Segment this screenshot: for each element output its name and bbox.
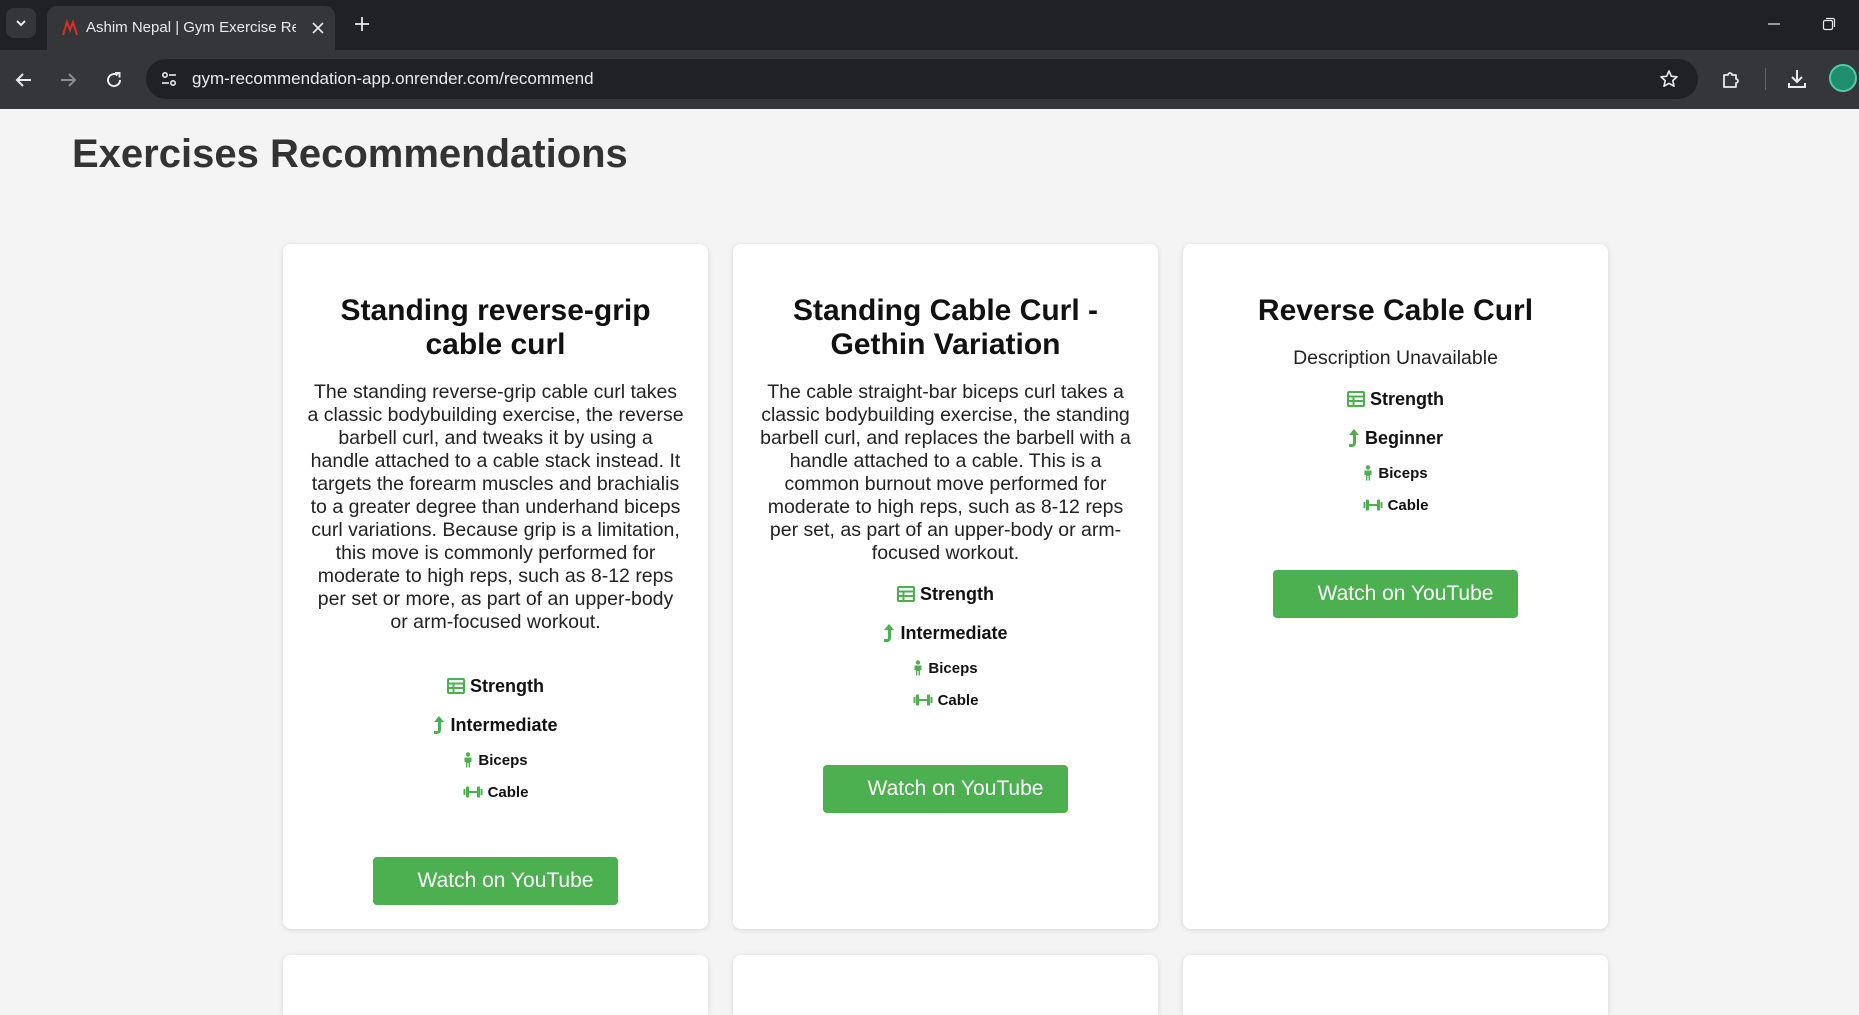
body-part-label: Biceps — [478, 751, 528, 769]
exercise-level: Beginner — [1183, 427, 1608, 449]
watch-on-youtube-button[interactable]: Watch on YouTube — [823, 765, 1068, 813]
bookmark-star-icon[interactable] — [1658, 68, 1680, 90]
level-arrow-icon — [434, 716, 445, 734]
download-icon — [1788, 70, 1806, 88]
equipment-label: Cable — [1387, 496, 1429, 514]
exercise-description: The standing reverse-grip cable curl tak… — [307, 381, 684, 633]
exercise-card-next-row — [1183, 955, 1608, 1015]
level-label: Intermediate — [450, 714, 558, 735]
exercise-body-part: Biceps — [1183, 463, 1608, 483]
person-icon — [914, 660, 922, 676]
exercise-type: Strength — [1183, 388, 1608, 410]
minimize-icon — [1768, 23, 1780, 25]
reload-icon — [107, 72, 122, 88]
site-settings-icon[interactable] — [158, 68, 180, 90]
tab-strip: Ashim Nepal | Gym Exercise Recommendatio… — [0, 0, 1859, 50]
type-label: Strength — [470, 675, 544, 696]
exercise-card-next-row — [283, 955, 708, 1015]
exercise-card: Reverse Cable Curl Description Unavailab… — [1183, 244, 1608, 929]
level-arrow-icon — [884, 624, 895, 642]
new-tab-button[interactable] — [350, 12, 374, 36]
level-arrow-icon — [1348, 429, 1359, 447]
watch-on-youtube-button[interactable]: Watch on YouTube — [373, 857, 618, 905]
exercise-card-next-row — [733, 955, 1158, 1015]
exercise-equipment: Cable — [733, 690, 1158, 710]
type-label: Strength — [1370, 388, 1444, 409]
browser-toolbar: gym-recommendation-app.onrender.com/reco… — [0, 50, 1859, 109]
level-label: Intermediate — [900, 622, 1008, 643]
dumbbell-icon — [463, 786, 483, 798]
equipment-label: Cable — [937, 691, 979, 709]
exercise-card: Standing Cable Curl - Gethin Variation T… — [733, 244, 1158, 929]
exercise-title: Reverse Cable Curl — [1257, 294, 1534, 327]
table-icon — [1347, 391, 1365, 407]
back-button[interactable] — [10, 66, 38, 94]
forward-button[interactable] — [54, 66, 82, 94]
body-part-label: Biceps — [1378, 464, 1428, 482]
exercise-title: Standing Cable Curl - Gethin Variation — [792, 294, 1098, 361]
restore-icon — [1822, 17, 1836, 31]
url-text[interactable]: gym-recommendation-app.onrender.com/reco… — [192, 69, 594, 89]
dumbbell-icon — [1363, 499, 1383, 511]
exercise-title: Standing reverse-grip cable curl — [340, 294, 651, 361]
exercise-level: Intermediate — [283, 714, 708, 736]
dumbbell-icon — [913, 694, 933, 706]
close-icon[interactable] — [309, 19, 327, 37]
puzzle-icon — [1723, 72, 1739, 88]
exercise-description: Description Unavailable — [1293, 347, 1498, 369]
tab-search-button[interactable] — [6, 8, 36, 38]
arrow-right-icon — [61, 73, 77, 87]
equipment-label: Cable — [487, 783, 529, 801]
address-bar[interactable]: gym-recommendation-app.onrender.com/reco… — [146, 59, 1698, 99]
chevron-down-icon — [16, 20, 26, 27]
table-icon — [447, 678, 465, 694]
body-part-label: Biceps — [928, 659, 978, 677]
extensions-button[interactable] — [1717, 65, 1745, 93]
exercise-description: The cable straight-bar biceps curl takes… — [760, 381, 1131, 564]
restore-button[interactable] — [1817, 14, 1841, 34]
toolbar-divider — [1765, 68, 1766, 90]
type-label: Strength — [920, 583, 994, 604]
plus-icon — [355, 17, 369, 31]
watch-on-youtube-button[interactable]: Watch on YouTube — [1273, 570, 1518, 618]
exercise-type: Strength — [283, 675, 708, 697]
page-title: Exercises Recommendations — [72, 132, 628, 176]
level-label: Beginner — [1364, 427, 1443, 448]
downloads-button[interactable] — [1783, 65, 1811, 93]
tab-title: Ashim Nepal | Gym Exercise Recommendatio… — [86, 19, 296, 36]
person-icon — [1364, 465, 1372, 481]
person-icon — [464, 752, 472, 768]
exercise-equipment: Cable — [1183, 495, 1608, 515]
table-icon — [897, 586, 915, 602]
exercise-body-part: Biceps — [283, 750, 708, 770]
exercise-type: Strength — [733, 583, 1158, 605]
arrow-left-icon — [15, 73, 31, 87]
exercise-body-part: Biceps — [733, 658, 1158, 678]
minimize-button[interactable] — [1762, 14, 1786, 34]
site-favicon-icon — [61, 18, 79, 37]
exercise-level: Intermediate — [733, 622, 1158, 644]
reload-button[interactable] — [100, 66, 128, 94]
exercise-card: Standing reverse-grip cable curl The sta… — [283, 244, 708, 929]
exercise-equipment: Cable — [283, 782, 708, 802]
profile-avatar[interactable] — [1829, 64, 1857, 92]
active-tab[interactable]: Ashim Nepal | Gym Exercise Recommendatio… — [47, 6, 335, 50]
